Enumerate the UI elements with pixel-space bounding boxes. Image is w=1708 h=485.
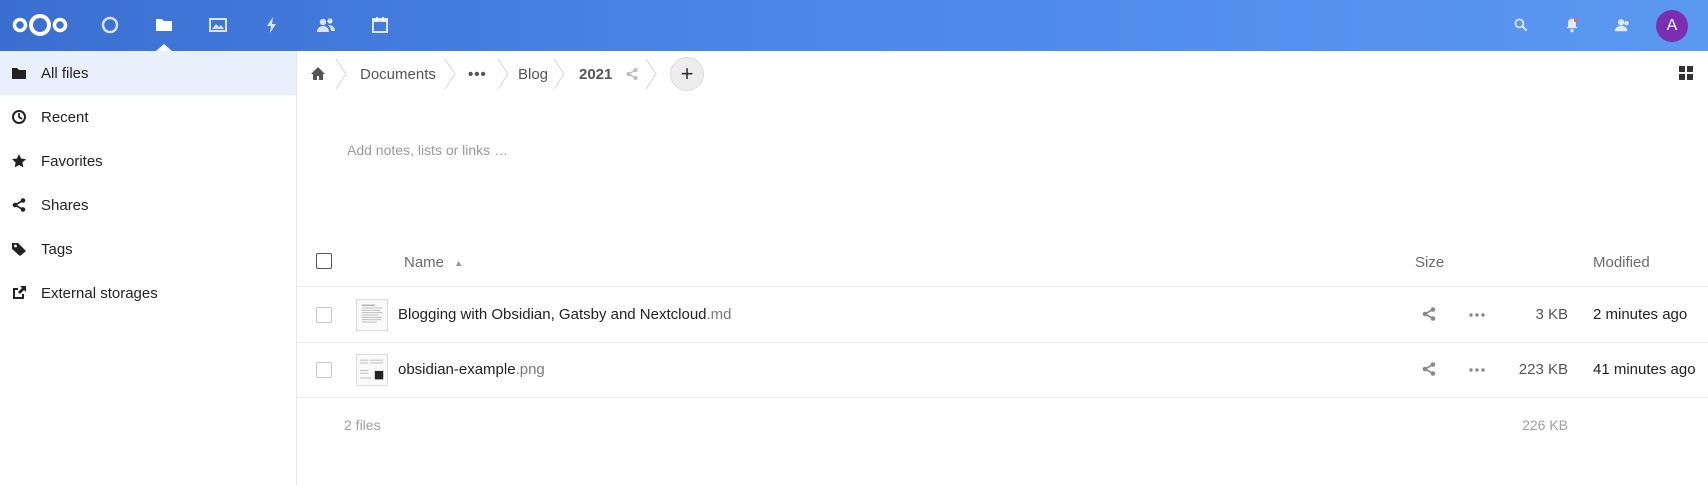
tag-icon [11,241,27,257]
file-basename: obsidian-example [398,361,516,378]
column-header-size[interactable]: Size [1415,254,1444,271]
breadcrumb-separator [497,59,509,89]
file-extension: .png [515,361,545,378]
breadcrumb: Documents ••• Blog 2021 + [297,51,1708,97]
sidebar-item-tags[interactable]: Tags [0,227,296,271]
row-checkbox[interactable] [316,307,332,323]
select-all-checkbox[interactable] [316,253,332,269]
breadcrumb-separator [444,59,456,89]
more-options-icon[interactable] [1468,306,1486,324]
sidebar: All files Recent Favorites Shares Tags E… [0,51,297,485]
folder-icon [11,65,27,81]
share-icon[interactable] [1421,306,1439,324]
active-app-indicator [156,44,172,51]
row-checkbox[interactable] [316,362,332,378]
external-link-icon [11,285,27,301]
breadcrumb-2021[interactable]: 2021 [579,51,612,97]
breadcrumb-separator [553,59,565,89]
clock-icon [11,109,27,125]
home-icon[interactable] [310,51,326,97]
nextcloud-logo[interactable] [10,12,70,38]
file-table-header: Name ▲ Size Modified [297,237,1708,287]
breadcrumb-separator [645,59,657,89]
column-header-label: Name [404,254,445,271]
column-header-name[interactable]: Name ▲ [404,254,463,271]
contacts-menu-icon[interactable] [1611,14,1633,36]
breadcrumb-separator [335,59,347,89]
folder-notes-input[interactable]: Add notes, lists or links … [347,142,508,158]
file-thumbnail [356,354,388,386]
more-icon: ••• [468,65,487,83]
breadcrumb-label: Blog [518,65,549,83]
breadcrumb-blog[interactable]: Blog [518,51,548,97]
breadcrumb-label: Documents [360,65,436,83]
share-icon [11,197,27,213]
grid-view-icon[interactable] [1678,65,1696,83]
breadcrumb-label: 2021 [579,65,613,83]
file-size: 223 KB [1518,361,1568,378]
sidebar-item-label: Favorites [41,152,103,170]
dashboard-icon[interactable] [97,12,123,38]
avatar-letter: A [1666,17,1678,34]
table-row[interactable]: Blogging with Obsidian, Gatsby and Nextc… [297,288,1708,343]
sort-ascending-icon: ▲ [454,258,464,269]
contacts-icon[interactable] [313,12,339,38]
sidebar-item-shares[interactable]: Shares [0,183,296,227]
sidebar-item-label: Tags [41,240,73,258]
summary-total-size: 226 KB [1522,417,1568,433]
notifications-icon[interactable] [1561,14,1583,36]
table-row[interactable]: obsidian-example.png 223 KB 41 minutes a… [297,343,1708,398]
files-icon[interactable] [151,12,177,38]
share-icon[interactable] [625,51,639,97]
file-summary: 2 files 226 KB [297,411,1708,441]
file-name[interactable]: Blogging with Obsidian, Gatsby and Nextc… [398,306,732,323]
star-icon [11,153,27,169]
summary-file-count: 2 files [344,417,381,433]
file-extension: .md [706,306,732,323]
search-icon[interactable] [1510,14,1532,36]
file-thumbnail [356,299,388,331]
calendar-icon[interactable] [367,12,393,38]
sidebar-item-label: Shares [41,196,89,214]
top-header: A [0,0,1708,51]
breadcrumb-more[interactable]: ••• [468,51,487,97]
sidebar-item-favorites[interactable]: Favorites [0,139,296,183]
user-avatar[interactable]: A [1656,10,1688,42]
breadcrumb-documents[interactable]: Documents [360,51,436,97]
sidebar-item-label: Recent [41,108,89,126]
sidebar-item-label: All files [41,64,89,82]
file-size: 3 KB [1535,306,1568,323]
sidebar-item-all-files[interactable]: All files [0,51,296,95]
more-options-icon[interactable] [1468,361,1486,379]
files-main: Documents ••• Blog 2021 + Add notes, lis… [297,51,1708,485]
sidebar-item-recent[interactable]: Recent [0,95,296,139]
share-icon[interactable] [1421,361,1439,379]
sidebar-item-label: External storages [41,284,158,302]
photos-icon[interactable] [205,12,231,38]
add-new-button[interactable]: + [670,57,704,91]
file-basename: Blogging with Obsidian, Gatsby and Nextc… [398,306,707,323]
file-modified: 2 minutes ago [1593,306,1688,323]
file-modified: 41 minutes ago [1593,361,1696,378]
file-name[interactable]: obsidian-example.png [398,361,545,378]
activity-icon[interactable] [259,12,285,38]
plus-icon: + [680,61,694,86]
sidebar-item-external-storages[interactable]: External storages [0,271,296,315]
column-header-modified[interactable]: Modified [1593,254,1650,271]
